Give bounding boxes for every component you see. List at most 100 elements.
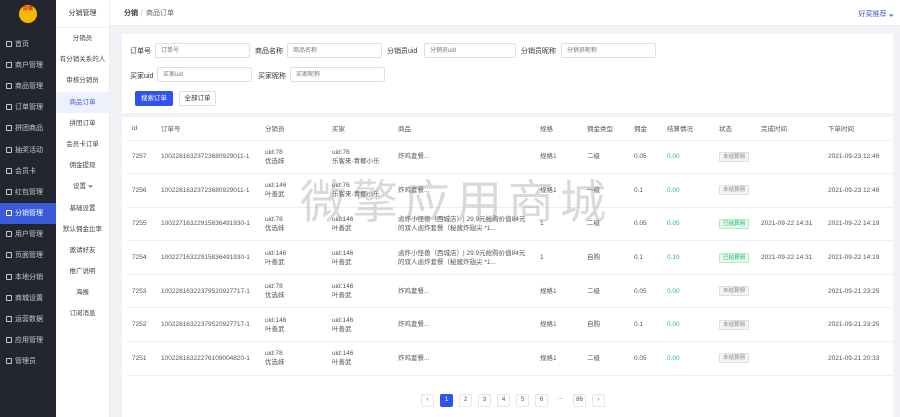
subnav-item-3[interactable]: 商品订单	[56, 91, 109, 113]
sidebar-item-7[interactable]: 红包管理	[0, 181, 56, 202]
subnav-item-0[interactable]: 分销员	[56, 28, 109, 49]
distributor-name: 叶善武	[265, 258, 285, 266]
table-cell: 卤炸小怪兽（西城店）| 29.9元抢购价值84元 的双人卤炸套餐（秘酱炸翅尖 *1…	[393, 240, 535, 275]
status-badge: 未结算佣	[719, 353, 750, 364]
app-logo[interactable]: 好菜	[19, 5, 37, 23]
subnav-item-label: 审核分销员	[66, 77, 99, 85]
orders-table: id 订单号 分销员 买家 商品 规格 佣金类型 佣金 结算情况 状态 完成时间 下单时间 7257 1…	[127, 117, 893, 376]
table-cell: 0.05	[629, 341, 662, 376]
table-cell: uid:146 叶善武	[260, 307, 327, 343]
table-cell: 1	[535, 207, 582, 242]
subnav-item-9[interactable]: 默认佣金比率	[56, 219, 109, 240]
distributor-uid-input[interactable]	[424, 43, 516, 58]
distributor-uid-label: 分销员uid	[387, 48, 418, 55]
page-button-5[interactable]: 5	[516, 394, 529, 407]
goods-icon	[6, 82, 12, 89]
distributor-name: 优选妹	[265, 359, 285, 367]
subnav-item-label: 有分销关系的人	[59, 56, 106, 64]
page-button-1[interactable]: 1	[440, 394, 453, 407]
sidebar-item-11[interactable]: 本地分销	[0, 266, 56, 287]
subnav-item-label: 默认佣金比率	[63, 225, 102, 233]
table-cell: 自购	[582, 307, 629, 343]
sidebar-item-4[interactable]: 拼团商品	[0, 118, 56, 139]
sidebar-item-12[interactable]: 商城设置	[0, 287, 56, 308]
sidebar-item-label: 抽奖活动	[15, 146, 43, 154]
distributor-uid: uid:78	[265, 148, 283, 156]
goods-name: 炸鸡套餐...	[398, 186, 430, 194]
sidebar-item-label: 商品管理	[15, 82, 43, 90]
sidebar-item-label: 页面管理	[15, 252, 43, 260]
goods-name-input[interactable]	[287, 43, 382, 58]
buyer-uid-input[interactable]	[157, 67, 252, 82]
table-cell: 10022716322915836491930-1	[156, 207, 260, 242]
subnav-item-1[interactable]: 有分销关系的人	[56, 49, 109, 70]
table-cell: 0.1	[629, 240, 662, 275]
sidebar-item-label: 商户管理	[15, 61, 43, 69]
sidebar-item-13[interactable]: 运营数据	[0, 308, 56, 329]
sidebar-item-14[interactable]: 应用管理	[0, 330, 56, 351]
table-cell	[756, 173, 823, 208]
table-cell: uid:76 乐客来-青椰小乐	[327, 173, 393, 208]
order-no-input[interactable]	[155, 43, 250, 58]
subnav-item-12[interactable]: 海报	[56, 282, 109, 303]
subnav-item-5[interactable]: 会员卡订单	[56, 134, 109, 155]
distributor-name: 优选妹	[265, 292, 285, 300]
table-cell: 炸鸡套餐...	[393, 307, 535, 343]
sidebar-item-1[interactable]: 商户管理	[0, 54, 56, 75]
goods-name-label: 商品名称	[255, 48, 283, 55]
subnav-item-4[interactable]: 拼团订单	[56, 113, 109, 134]
breadcrumb-parent[interactable]: 分销	[124, 10, 138, 17]
subnav-item-13[interactable]: 订阅消息	[56, 303, 109, 324]
table-cell: uid:146 叶善武	[327, 307, 393, 343]
table-cell: uid:78 优选妹	[260, 341, 327, 376]
table-cell: 0.05	[629, 207, 662, 242]
page-button-6[interactable]: 6	[535, 394, 548, 407]
recommend-dropdown[interactable]: 好菜推荐	[859, 9, 893, 19]
sidebar-item-15[interactable]: 管理员	[0, 351, 56, 372]
subnav-item-11[interactable]: 推广说明	[56, 261, 109, 282]
subnav-item-6[interactable]: 佣金提现	[56, 155, 109, 176]
table-cell	[756, 140, 823, 175]
table-cell: 7255	[127, 207, 156, 242]
sidebar-item-2[interactable]: 商品管理	[0, 75, 56, 96]
prev-page-button[interactable]: ‹	[421, 394, 434, 407]
sidebar-item-5[interactable]: 抽奖活动	[0, 139, 56, 160]
subnav-item-2[interactable]: 审核分销员	[56, 70, 109, 91]
subnav-item-label: 商品订单	[69, 98, 96, 106]
sidebar-item-9[interactable]: 用户管理	[0, 224, 56, 245]
page-ellipsis[interactable]: ···	[554, 394, 567, 407]
column-header: 佣金类型	[582, 117, 629, 141]
buyer-uid-label: 买家uid	[130, 73, 154, 80]
sidebar-item-6[interactable]: 会员卡	[0, 160, 56, 181]
page-button-4[interactable]: 4	[497, 394, 510, 407]
column-header: 分销员	[260, 117, 327, 141]
distributor-nick-input[interactable]	[561, 43, 656, 58]
column-header: 状态	[714, 117, 756, 141]
settings-icon	[6, 294, 12, 301]
all-orders-button[interactable]: 全部订单	[179, 91, 216, 106]
goods-name: 炸鸡套餐...	[398, 287, 430, 295]
page-button-3[interactable]: 3	[478, 394, 491, 407]
column-header: 下单时间	[823, 117, 893, 141]
subnav-item-label: 设置	[73, 183, 86, 191]
subnav-item-7[interactable]: 设置	[56, 176, 109, 197]
buyer-nick-input[interactable]	[290, 67, 385, 82]
subnav-item-10[interactable]: 邀请好友	[56, 240, 109, 261]
next-page-button[interactable]: ›	[592, 394, 605, 407]
table-cell: 规格1	[535, 341, 582, 376]
sidebar-item-0[interactable]: 首页	[0, 33, 56, 54]
sidebar-item-10[interactable]: 页面管理	[0, 245, 56, 266]
status-badge: 未结算佣	[719, 151, 750, 162]
sidebar-item-3[interactable]: 订单管理	[0, 97, 56, 118]
table-cell: 未结算佣	[714, 307, 756, 343]
recommend-label: 好菜推荐	[858, 11, 887, 18]
sidebar-item-8[interactable]: 分销管理	[0, 202, 56, 224]
page-button-2[interactable]: 2	[459, 394, 472, 407]
table-cell: 未结算佣	[714, 274, 756, 309]
table-cell: 自购	[582, 240, 629, 275]
table-cell: 2021-09-22 14:31	[756, 240, 823, 275]
subnav-item-8[interactable]: 基础设置	[56, 198, 109, 219]
page-button-last[interactable]: 86	[573, 394, 586, 407]
table-cell: 2021-09-21 20:33	[823, 341, 893, 376]
search-orders-button[interactable]: 搜索订单	[135, 91, 173, 106]
